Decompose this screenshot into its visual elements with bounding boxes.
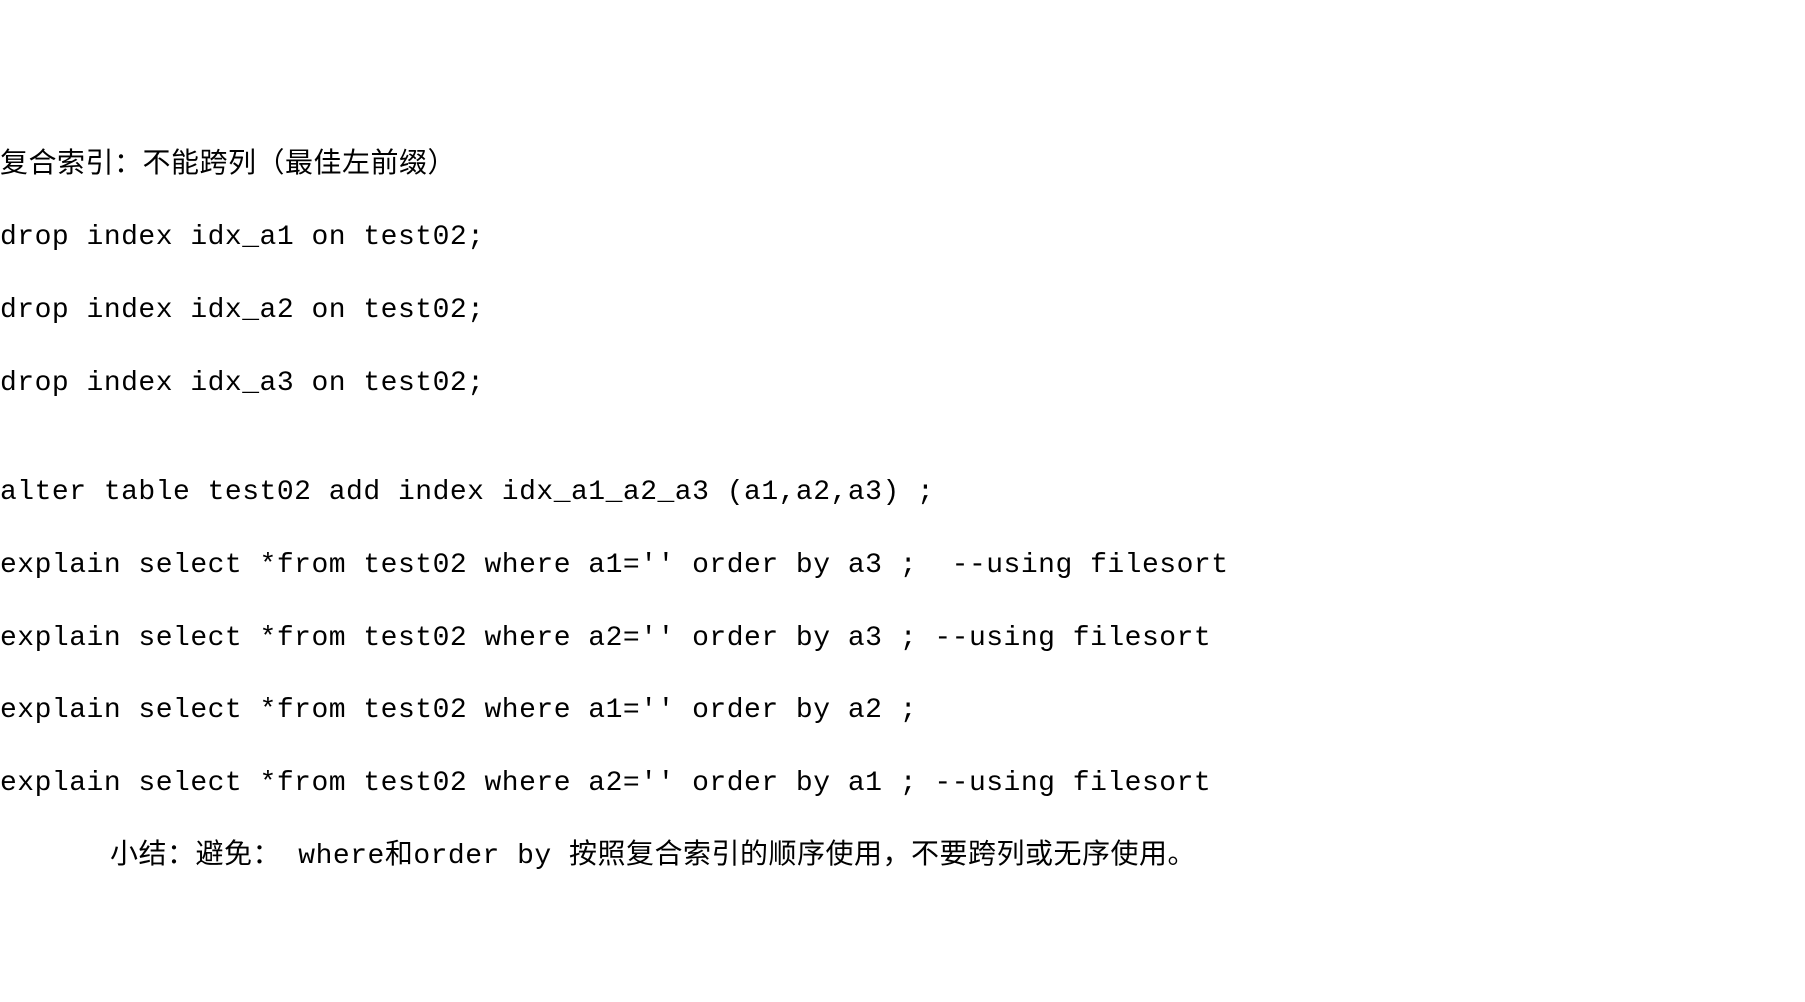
sql-alter-add-index: alter table test02 add index idx_a1_a2_a… (0, 475, 1805, 511)
sql-explain-a1-a3: explain select *from test02 where a1='' … (0, 548, 1805, 584)
sql-explain-a1-a2: explain select *from test02 where a1='' … (0, 693, 1805, 729)
sql-explain-a2-a3: explain select *from test02 where a2='' … (0, 621, 1805, 657)
sql-explain-a2-a1: explain select *from test02 where a2='' … (0, 766, 1805, 802)
sql-drop-index-a3: drop index idx_a3 on test02; (0, 366, 1805, 402)
sql-drop-index-a2: drop index idx_a2 on test02; (0, 293, 1805, 329)
heading-line: 复合索引：不能跨列（最佳左前缀） (0, 148, 1805, 184)
summary-line: 小结：避免： where和order by 按照复合索引的顺序使用，不要跨列或无… (0, 839, 1805, 875)
sql-drop-index-a1: drop index idx_a1 on test02; (0, 220, 1805, 256)
